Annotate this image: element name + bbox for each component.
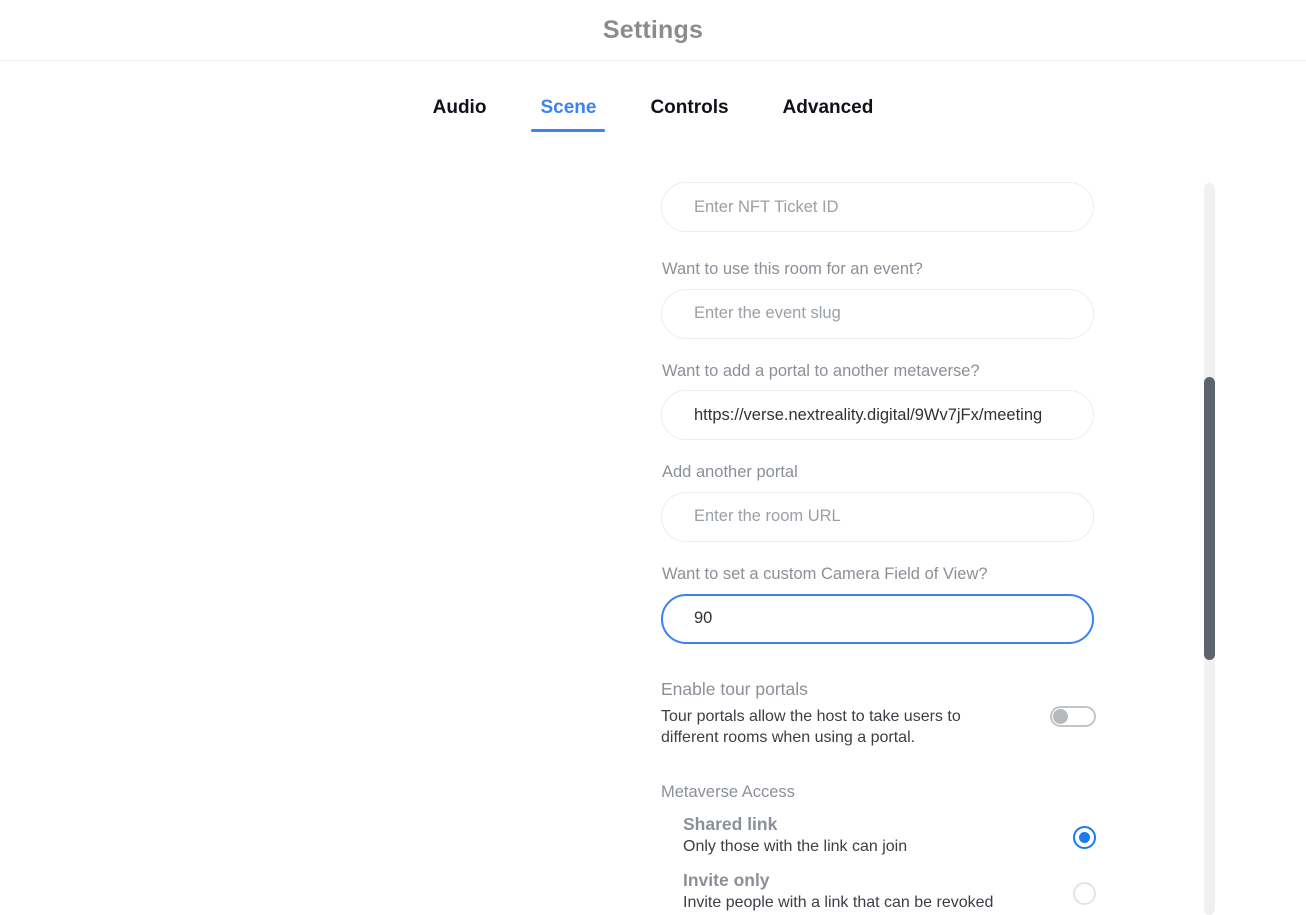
access-option-invite-only[interactable]: Invite only Invite people with a link th… <box>661 869 1096 914</box>
camera-fov-label: Want to set a custom Camera Field of Vie… <box>662 564 988 583</box>
tab-audio[interactable]: Audio <box>406 97 514 132</box>
metaverse-access-title: Metaverse Access <box>661 783 795 802</box>
scrollbar-thumb[interactable] <box>1204 377 1215 660</box>
tour-portals-description: Tour portals allow the host to take user… <box>661 707 961 746</box>
nft-ticket-input[interactable] <box>661 182 1094 232</box>
radio-invite-only[interactable] <box>1073 881 1096 905</box>
toggle-knob <box>1053 708 1068 724</box>
scene-form: Want to use this room for an event? Want… <box>661 182 1096 915</box>
radio-shared-link[interactable] <box>1073 826 1096 850</box>
dialog-header: Settings <box>0 0 1306 61</box>
another-portal-input[interactable] <box>661 491 1094 542</box>
event-slug-input[interactable] <box>661 288 1094 339</box>
scene-settings-panel: Want to use this room for an event? Want… <box>0 141 1306 915</box>
tab-controls[interactable]: Controls <box>623 97 755 132</box>
portal-url-label: Want to add a portal to another metavers… <box>662 361 980 380</box>
option-label: Invite only <box>683 869 770 890</box>
camera-fov-input[interactable] <box>661 593 1094 644</box>
tab-scene[interactable]: Scene <box>513 97 623 132</box>
portal-url-input[interactable] <box>661 390 1094 441</box>
page-title: Settings <box>602 15 704 44</box>
tour-portals-title: Enable tour portals <box>661 678 808 699</box>
event-slug-label: Want to use this room for an event? <box>662 260 923 278</box>
option-description: Only those with the link can join <box>683 838 908 856</box>
tab-advanced[interactable]: Advanced <box>756 97 901 132</box>
tour-portals-toggle[interactable] <box>1050 705 1096 727</box>
tab-bar: Audio Scene Controls Advanced <box>0 61 1306 141</box>
option-label: Shared link <box>683 814 778 835</box>
another-portal-label: Add another portal <box>662 463 798 482</box>
settings-dialog: Settings Audio Scene Controls Advanced W… <box>0 0 1306 915</box>
access-option-shared-link[interactable]: Shared link Only those with the link can… <box>661 814 1096 858</box>
tour-portals-setting: Enable tour portals Tour portals allow t… <box>661 678 1096 749</box>
option-description: Invite people with a link that can be re… <box>683 893 994 911</box>
